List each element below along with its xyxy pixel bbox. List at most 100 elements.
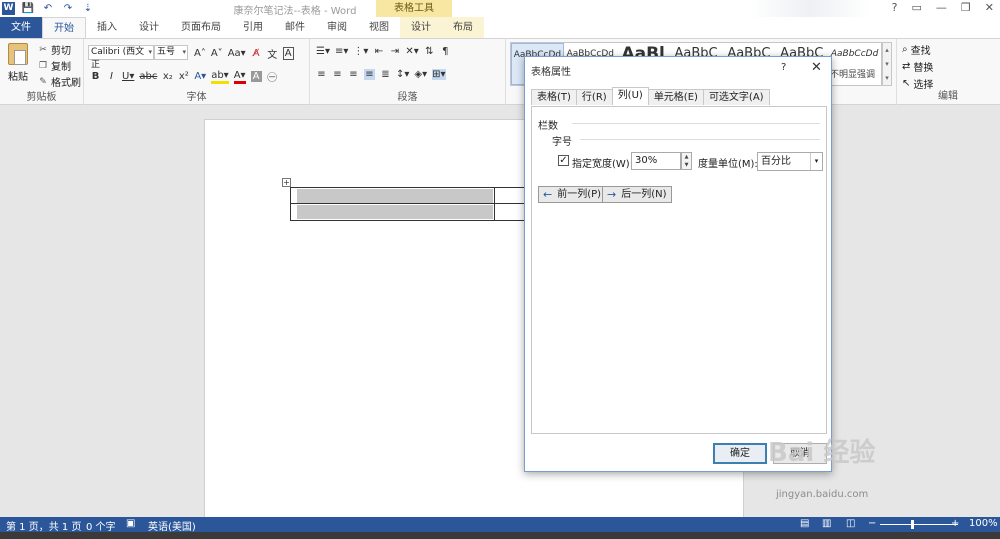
next-column-button[interactable]: → 后一列(N)	[602, 186, 672, 203]
copy-button[interactable]: ❐ 复制	[38, 58, 71, 74]
tab-view[interactable]: 视图	[358, 17, 400, 38]
tab-cell[interactable]: 单元格(E)	[647, 89, 704, 105]
tab-references[interactable]: 引用	[232, 17, 274, 38]
zoom-slider-thumb[interactable]	[911, 520, 914, 529]
font-size-select[interactable]: 五号 ▾	[154, 45, 188, 60]
minimize-icon[interactable]: —	[936, 1, 947, 14]
style-caption: 不明显强调	[830, 70, 876, 80]
strikethrough-icon[interactable]: abc	[139, 71, 157, 82]
tab-alt-text[interactable]: 可选文字(A)	[702, 89, 770, 105]
highlight-icon[interactable]: ab▾	[211, 70, 229, 84]
subscript-icon[interactable]: x₂	[162, 71, 173, 82]
format-painter-button[interactable]: ✎ 格式刷	[38, 74, 81, 90]
paste-button[interactable]: 粘贴	[6, 43, 30, 83]
chinese-layout-icon[interactable]: ✕▾	[405, 46, 418, 57]
dialog-help-icon[interactable]: ?	[781, 62, 786, 73]
page-count[interactable]: 第 1 页，共 1 页	[6, 518, 81, 533]
align-right-icon[interactable]: ≡	[348, 69, 359, 80]
zoom-in-icon[interactable]: +	[951, 518, 959, 529]
replace-icon: ⇄	[902, 61, 911, 72]
tab-home[interactable]: 开始	[42, 17, 86, 38]
enclose-characters-icon[interactable]: ㊀	[267, 69, 278, 84]
preferred-width-input[interactable]: 30%	[631, 152, 681, 170]
font-group-label: 字体	[186, 92, 207, 103]
clear-format-icon[interactable]: A̸	[251, 48, 262, 59]
proofing-icon[interactable]: ▣	[126, 518, 135, 529]
sort-icon[interactable]: ⇅	[424, 46, 435, 57]
show-marks-icon[interactable]: ¶	[440, 46, 451, 57]
distributed-icon[interactable]: ≣	[380, 69, 391, 80]
previous-column-label: 前一列(P)	[557, 189, 602, 200]
table-move-handle[interactable]: +	[282, 178, 291, 187]
ribbon-display-icon[interactable]: ▭	[912, 1, 922, 14]
align-left-icon[interactable]: ≡	[316, 69, 327, 80]
tab-design[interactable]: 设计	[128, 17, 170, 38]
previous-column-button[interactable]: ← 前一列(P)	[538, 186, 607, 203]
styles-scroll[interactable]: ▴ ▾ ▾	[882, 42, 892, 86]
font-name-select[interactable]: Calibri (西文正 ▾	[88, 45, 154, 70]
phonetic-guide-icon[interactable]: 文	[267, 46, 278, 61]
borders-icon[interactable]: ⊞▾	[432, 69, 446, 80]
grow-font-icon[interactable]: A˄	[194, 48, 206, 59]
preferred-width-checkbox[interactable]: ✓	[558, 155, 569, 166]
bold-icon[interactable]: B	[90, 71, 101, 82]
bullets-icon[interactable]: ☰▾	[316, 46, 330, 57]
ok-button[interactable]: 确定	[713, 443, 767, 464]
column-divider	[494, 188, 495, 203]
measure-unit-select[interactable]: 百分比 ▾	[757, 152, 823, 171]
increase-indent-icon[interactable]: ⇥	[389, 46, 400, 57]
underline-icon[interactable]: U▾	[122, 71, 134, 82]
multilevel-list-icon[interactable]: ⋮▾	[353, 46, 368, 57]
line-spacing-icon[interactable]: ↕▾	[396, 69, 409, 80]
italic-icon[interactable]: I	[106, 71, 117, 82]
measure-unit-label: 度量单位(M):	[698, 159, 758, 170]
change-case-icon[interactable]: Aa▾	[228, 48, 246, 59]
zoom-level[interactable]: 100%	[969, 518, 998, 529]
help-icon[interactable]: ?	[892, 1, 898, 14]
shading-icon[interactable]: ◈▾	[414, 69, 427, 80]
zoom-slider[interactable]	[880, 524, 958, 525]
language-indicator[interactable]: 英语(美国)	[148, 518, 196, 533]
tab-mailings[interactable]: 邮件	[274, 17, 316, 38]
print-layout-icon[interactable]: ▥	[822, 518, 831, 529]
watermark-logo-text: Bai 经验	[768, 438, 876, 468]
dialog-body: 栏数 字号 ✓ 指定宽度(W): 30% ▲ ▼ 度量单位(M): 百分比 ▾ ←…	[531, 106, 827, 434]
web-layout-icon[interactable]: ◫	[846, 518, 855, 529]
table-cell-selected[interactable]	[297, 189, 493, 203]
document-table[interactable]	[290, 187, 526, 221]
font-color-icon[interactable]: A▾	[233, 70, 246, 84]
tab-page-layout[interactable]: 页面布局	[170, 17, 232, 38]
zoom-out-icon[interactable]: −	[868, 518, 876, 529]
tab-file[interactable]: 文件	[0, 17, 42, 38]
find-button[interactable]: ⌕ 查找	[902, 42, 931, 57]
dialog-close-icon[interactable]: ✕	[811, 60, 822, 75]
text-effects-icon[interactable]: A▾	[194, 71, 206, 82]
tab-column[interactable]: 列(U)	[611, 87, 649, 105]
table-row[interactable]	[291, 204, 525, 220]
table-cell-selected[interactable]	[297, 205, 493, 219]
read-mode-icon[interactable]: ▤	[800, 518, 809, 529]
tab-table-layout[interactable]: 布局	[442, 17, 484, 38]
width-spinner[interactable]: ▲ ▼	[681, 152, 692, 170]
character-shading-icon[interactable]: A	[250, 71, 262, 82]
numbering-icon[interactable]: ≡▾	[335, 46, 348, 57]
decrease-indent-icon[interactable]: ⇤	[373, 46, 384, 57]
cut-button[interactable]: ✂ 剪切	[38, 42, 71, 58]
table-tools-context-label: 表格工具	[376, 0, 452, 17]
replace-button[interactable]: ⇄ 替换	[902, 59, 933, 74]
tab-insert[interactable]: 插入	[86, 17, 128, 38]
restore-icon[interactable]: ❐	[961, 1, 971, 14]
table-row[interactable]	[291, 188, 525, 204]
tab-row[interactable]: 行(R)	[575, 89, 613, 105]
tab-table-design[interactable]: 设计	[400, 17, 442, 38]
word-count[interactable]: 0 个字	[86, 518, 116, 533]
align-center-icon[interactable]: ≡	[332, 69, 343, 80]
tab-review[interactable]: 审阅	[316, 17, 358, 38]
tab-table[interactable]: 表格(T)	[531, 89, 577, 105]
close-window-icon[interactable]: ✕	[985, 1, 994, 14]
shrink-font-icon[interactable]: A˅	[211, 48, 223, 59]
dialog-title: 表格属性	[531, 67, 571, 78]
justify-icon[interactable]: ≡	[364, 69, 375, 80]
superscript-icon[interactable]: x²	[178, 71, 189, 82]
character-border-icon[interactable]: A	[282, 47, 294, 60]
